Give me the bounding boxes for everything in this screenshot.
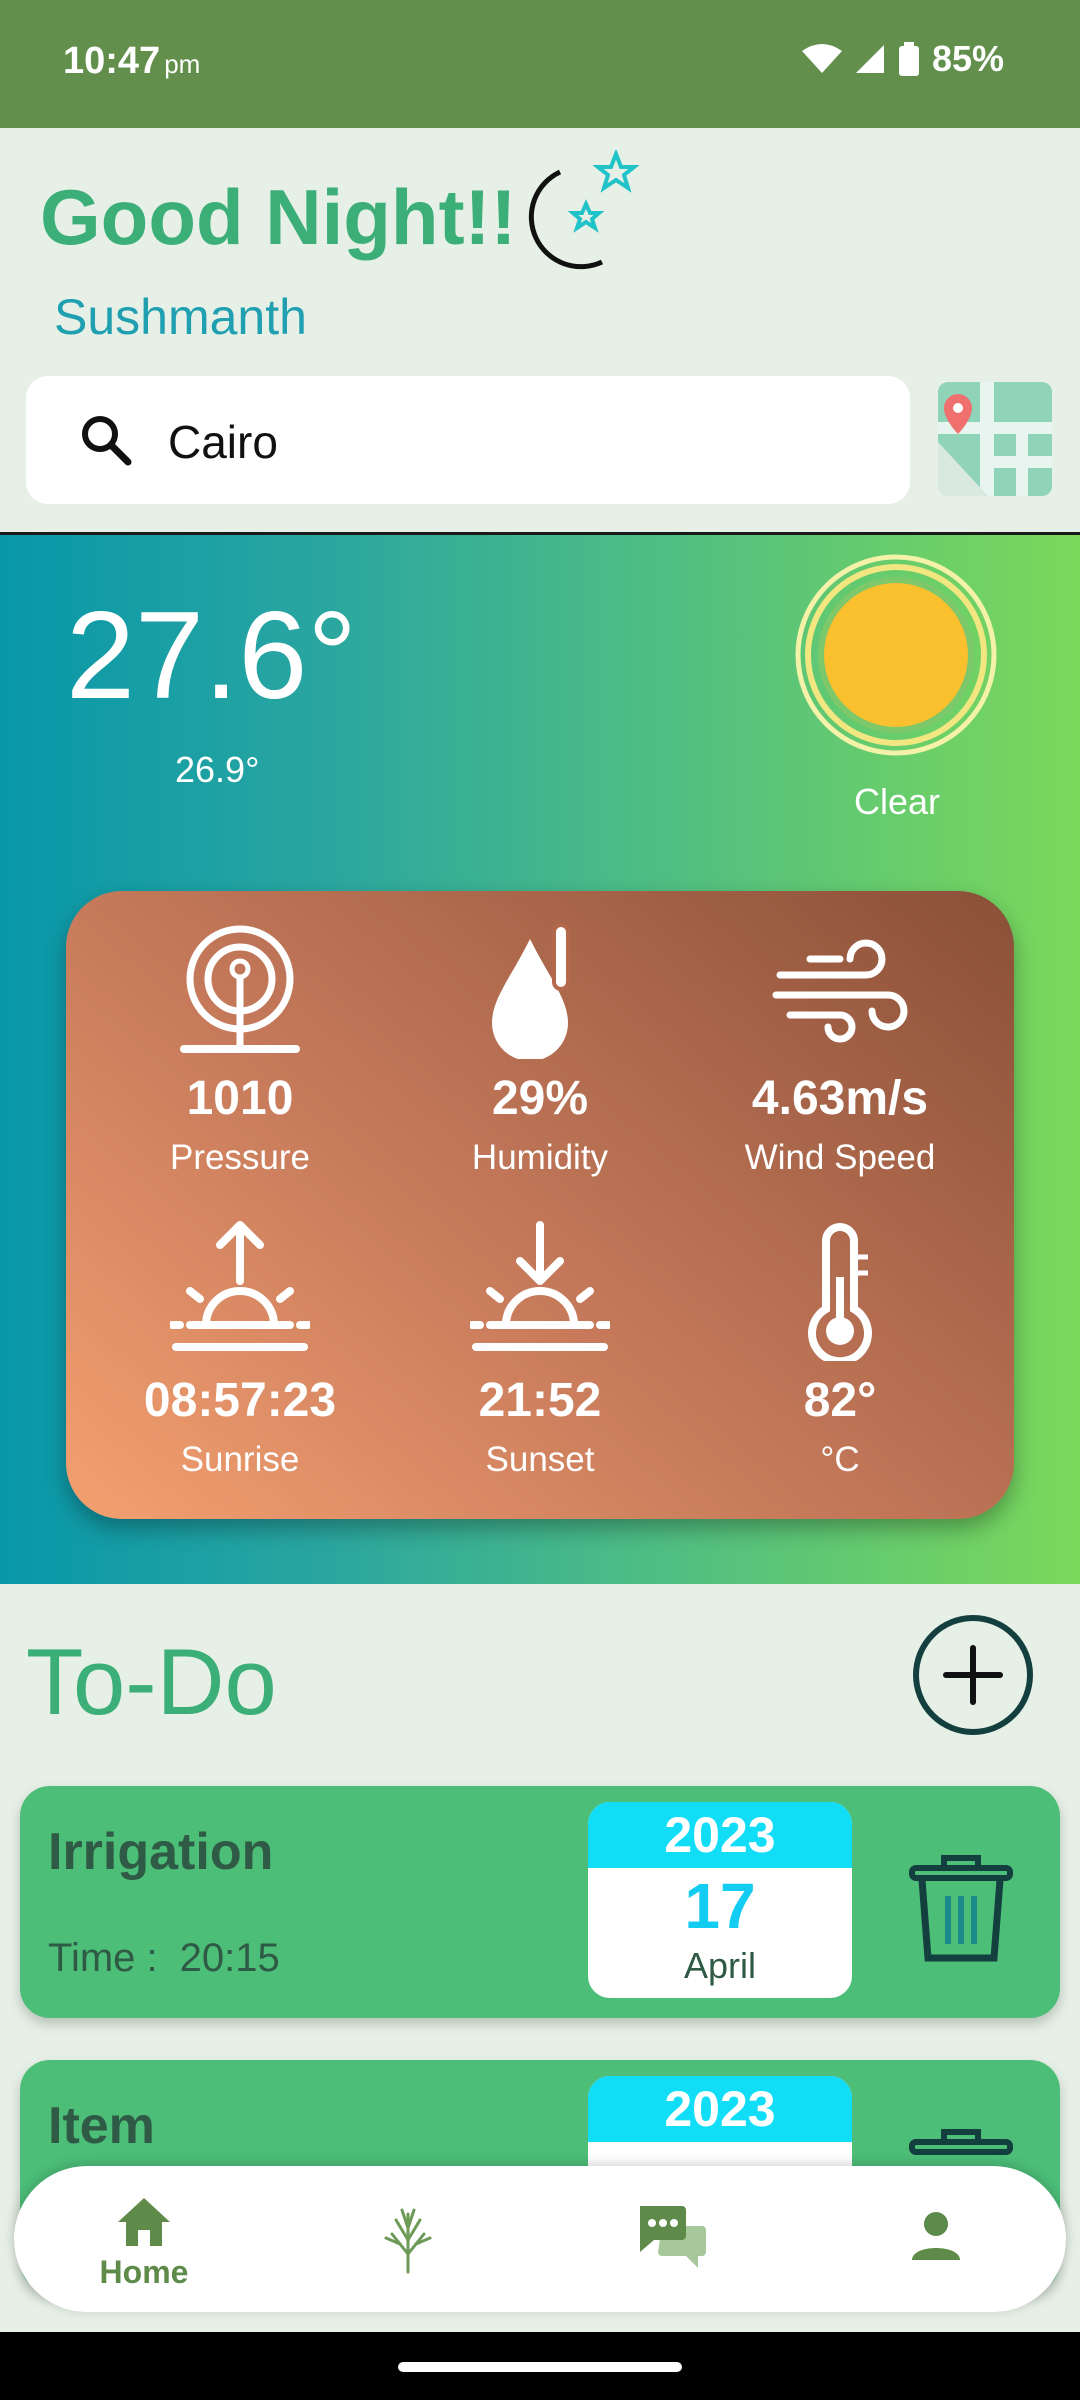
stat-sunrise: 08:57:23 Sunrise xyxy=(90,1221,390,1480)
search-input[interactable]: Cairo xyxy=(168,415,278,469)
nav-profile[interactable] xyxy=(856,2166,1016,2312)
search-field[interactable]: Cairo xyxy=(26,376,910,504)
stat-temperature: 82° °C xyxy=(690,1221,990,1480)
date-year: 2023 xyxy=(588,1802,852,1868)
stat-humidity: 29% Humidity xyxy=(390,919,690,1178)
todo-item-name: Irrigation xyxy=(48,1823,274,1881)
pressure-gauge-icon xyxy=(180,925,300,1053)
stat-wind: 4.63m/s Wind Speed xyxy=(690,919,990,1178)
wifi-icon xyxy=(801,44,842,73)
date-year: 2023 xyxy=(588,2076,852,2142)
sunrise-icon xyxy=(170,1221,310,1351)
chat-icon xyxy=(640,2206,706,2268)
todo-item[interactable]: Irrigation Time : 20:15 2023 17 April xyxy=(20,1786,1060,2018)
thermometer-icon xyxy=(808,1223,872,1361)
delete-trash-icon[interactable] xyxy=(908,1850,1014,1966)
battery-icon xyxy=(898,42,919,76)
signal-icon xyxy=(855,45,884,73)
todo-time-value: 20:15 xyxy=(179,1936,280,1980)
temperature-f-value: 82° xyxy=(803,1374,877,1427)
feels-like-temperature: 26.9° xyxy=(175,749,260,790)
sunrise-value: 08:57:23 xyxy=(143,1374,337,1427)
current-temperature: 27.6° xyxy=(66,587,357,725)
weather-panel: 27.6° 26.9° Clear 1010 Pressure 29% Humi… xyxy=(0,532,1080,1584)
stat-sunset: 21:52 Sunset xyxy=(390,1221,690,1480)
sun-icon xyxy=(795,554,997,756)
weather-condition: Clear xyxy=(854,781,941,822)
sunset-label: Sunset xyxy=(485,1440,595,1479)
sunset-icon xyxy=(470,1221,610,1351)
date-badge: 2023 17 April xyxy=(588,1802,852,1998)
greeting-title: Good Night!! xyxy=(40,173,517,261)
pressure-label: Pressure xyxy=(169,1138,311,1177)
todo-title: To-Do xyxy=(26,1629,277,1734)
weather-stats-card: 1010 Pressure 29% Humidity 4.63m/s Wind … xyxy=(66,891,1014,1519)
status-icons: 85% xyxy=(801,38,1004,80)
clock-text: 10:47 xyxy=(63,40,161,82)
moon-stars-icon xyxy=(528,150,640,270)
date-month: April xyxy=(683,1945,757,1986)
battery-percent: 85% xyxy=(931,38,1004,79)
plant-icon xyxy=(384,2208,432,2274)
pressure-value: 1010 xyxy=(186,1072,294,1125)
map-icon[interactable] xyxy=(938,382,1052,496)
date-day: 17 xyxy=(684,1870,756,1942)
nav-chat[interactable] xyxy=(592,2166,752,2312)
bottom-navigation: Home xyxy=(14,2166,1066,2312)
home-icon xyxy=(118,2198,170,2246)
add-task-button[interactable] xyxy=(912,1614,1034,1736)
nav-home[interactable]: Home xyxy=(64,2166,224,2312)
user-name: Sushmanth xyxy=(54,289,307,345)
temperature-unit-label: °C xyxy=(820,1440,860,1479)
status-bar: 10:47 pm 85% xyxy=(0,0,1080,128)
home-gesture-handle[interactable] xyxy=(398,2362,682,2372)
nav-plants[interactable] xyxy=(328,2166,488,2312)
sunset-value: 21:52 xyxy=(478,1374,602,1427)
status-time: 10:47 pm xyxy=(63,40,200,83)
todo-item-time: Time : 20:15 xyxy=(48,1936,280,1981)
search-icon xyxy=(82,416,132,466)
profile-icon xyxy=(912,2212,960,2260)
clock-ampm: pm xyxy=(164,49,201,79)
wind-speed-value: 4.63m/s xyxy=(751,1072,929,1125)
humidity-drop-icon xyxy=(492,923,570,1059)
humidity-value: 29% xyxy=(491,1072,589,1125)
nav-home-label: Home xyxy=(99,2254,189,2290)
wind-icon xyxy=(772,939,908,1043)
stat-pressure: 1010 Pressure xyxy=(90,919,390,1178)
sunrise-label: Sunrise xyxy=(180,1440,300,1479)
gesture-navigation-bar xyxy=(0,2332,1080,2400)
todo-item-name: Item xyxy=(48,2097,155,2155)
wind-speed-label: Wind Speed xyxy=(744,1138,936,1177)
humidity-label: Humidity xyxy=(471,1138,609,1177)
todo-time-label: Time : xyxy=(48,1936,158,1980)
